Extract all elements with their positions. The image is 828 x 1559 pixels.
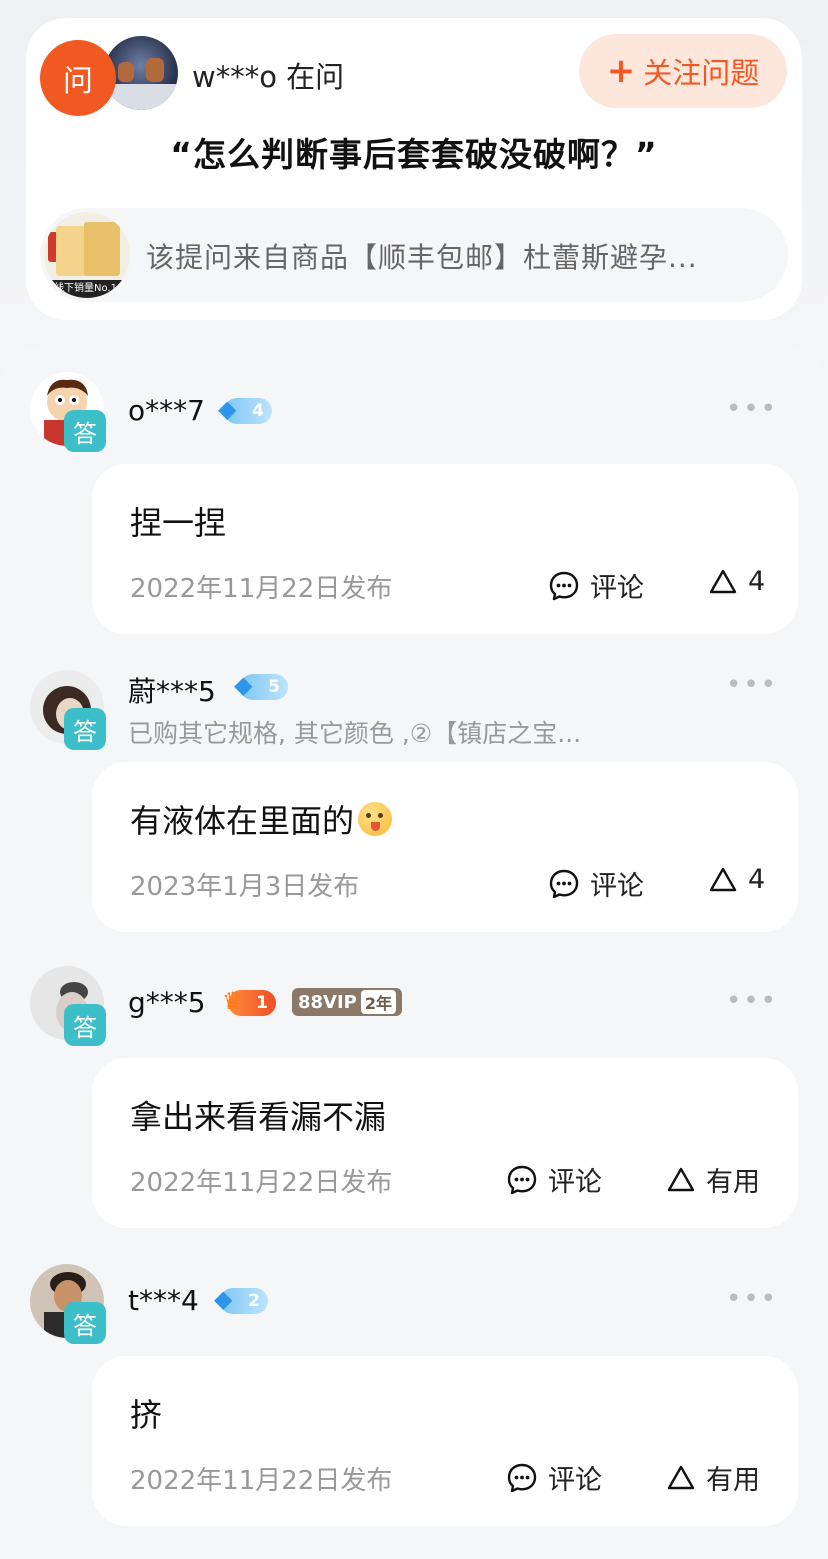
purchase-spec: 已购其它规格, 其它颜色 ,②【镇店之宝... — [128, 719, 582, 748]
answer-avatar-wrap[interactable]: 答 — [30, 1264, 108, 1344]
answer-badge: 答 — [64, 1004, 106, 1046]
tongue-emoji-icon — [358, 802, 393, 836]
more-options-icon[interactable]: ••• — [726, 394, 778, 424]
answer-avatar-wrap[interactable]: 答 — [30, 372, 108, 452]
product-thumb-caption: 线下销量No.1 — [44, 280, 130, 298]
like-button[interactable]: 有用 — [666, 1458, 760, 1497]
comment-button[interactable]: 评论 — [548, 864, 644, 903]
user-name[interactable]: t***4 — [128, 1284, 199, 1317]
answer-date: 2023年1月3日发布 — [130, 872, 360, 902]
follow-question-button[interactable]: + 关注问题 — [579, 34, 787, 108]
comment-label: 评论 — [548, 1465, 602, 1496]
triangle-thumb-icon — [667, 1465, 695, 1489]
more-options-icon[interactable]: ••• — [726, 986, 778, 1016]
vip-years: 2年 — [360, 990, 397, 1014]
level-badge: ◆ 4 — [218, 395, 272, 424]
answer-bubble: 捏一捏 2022年11月22日发布 评论 4 — [92, 464, 798, 634]
ask-badge: 问 — [40, 40, 116, 116]
comment-button[interactable]: 评论 — [506, 1458, 602, 1497]
answer-date: 2022年11月22日发布 — [130, 1168, 393, 1198]
comment-bubble-icon — [507, 1463, 537, 1492]
level-badge: ◆ 2 — [214, 1285, 268, 1314]
triangle-thumb-icon — [709, 867, 737, 891]
answer-content: 拿出来看看漏不漏 — [130, 1098, 387, 1136]
like-count: 4 — [748, 566, 766, 597]
more-options-icon[interactable]: ••• — [726, 670, 778, 700]
level-number: 1 — [256, 993, 268, 1013]
vip-label: 88VIP — [298, 991, 357, 1013]
product-link[interactable]: 线下销量No.1 该提问来自商品【顺丰包邮】杜蕾斯避孕... — [40, 208, 788, 302]
answer-date: 2022年11月22日发布 — [130, 574, 393, 604]
level-badge: ◆ 5 — [234, 671, 288, 700]
follow-question-label: 关注问题 — [643, 56, 760, 90]
user-name[interactable]: g***5 — [128, 986, 206, 1019]
like-button[interactable]: 4 — [708, 864, 765, 895]
answer-badge: 答 — [64, 708, 106, 750]
user-name[interactable]: 蔚***5 — [128, 670, 216, 710]
more-options-icon[interactable]: ••• — [726, 1284, 778, 1314]
product-source-text: 该提问来自商品【顺丰包邮】杜蕾斯避孕... — [146, 241, 698, 274]
comment-button[interactable]: 评论 — [506, 1160, 602, 1199]
answer-avatar-wrap[interactable]: 答 — [30, 670, 108, 750]
level-number: 2 — [248, 1291, 260, 1311]
triangle-thumb-icon — [709, 569, 737, 593]
like-label: 有用 — [706, 1167, 760, 1198]
comment-label: 评论 — [590, 573, 644, 604]
like-label: 有用 — [706, 1465, 760, 1496]
comment-button[interactable]: 评论 — [548, 566, 644, 605]
answer-content: 有液体在里面的 — [130, 796, 393, 842]
comment-bubble-icon — [507, 1165, 537, 1194]
diamond-icon: ◆ — [214, 1285, 233, 1313]
triangle-thumb-icon — [667, 1167, 695, 1191]
answer-bubble: 有液体在里面的 2023年1月3日发布 评论 4 — [92, 762, 798, 932]
like-button[interactable]: 4 — [708, 566, 765, 597]
product-thumbnail: 线下销量No.1 — [44, 212, 130, 298]
answer-avatar-wrap[interactable]: 答 — [30, 966, 108, 1046]
vip-badge: 88VIP 2年 — [292, 988, 403, 1016]
level-badge: ♛ 1 — [222, 987, 276, 1016]
qa-page: 问 w***o 在问 + 关注问题 “怎么判断事后套套破没破啊？” 线下销量No… — [0, 0, 828, 1559]
diamond-icon: ◆ — [234, 671, 253, 699]
answer-badge: 答 — [64, 1302, 106, 1344]
level-number: 4 — [252, 401, 264, 421]
answer-content: 捏一捏 — [130, 504, 227, 542]
comment-bubble-icon — [549, 571, 579, 600]
crown-icon: ♛ — [222, 987, 244, 1015]
plus-icon: + — [606, 51, 636, 91]
answer-content: 挤 — [130, 1396, 163, 1434]
answer-badge: 答 — [64, 410, 106, 452]
comment-bubble-icon — [549, 869, 579, 898]
user-name[interactable]: o***7 — [128, 394, 205, 427]
answers-list: 答 o***7 ◆ 4 ••• 捏一捏 2022年11月22日发布 评论 4 答… — [0, 346, 828, 1559]
question-card: 问 w***o 在问 + 关注问题 “怎么判断事后套套破没破啊？” 线下销量No… — [26, 18, 802, 320]
like-button[interactable]: 有用 — [666, 1160, 760, 1199]
answer-bubble: 挤 2022年11月22日发布 评论 有用 — [92, 1356, 798, 1526]
like-count: 4 — [748, 864, 766, 895]
diamond-icon: ◆ — [218, 395, 237, 423]
answer-date: 2022年11月22日发布 — [130, 1466, 393, 1496]
level-number: 5 — [268, 677, 280, 697]
comment-label: 评论 — [548, 1167, 602, 1198]
asker-name[interactable]: w***o 在问 — [192, 54, 344, 96]
comment-label: 评论 — [590, 871, 644, 902]
question-text: “怎么判断事后套套破没破啊？” — [170, 135, 658, 174]
answer-bubble: 拿出来看看漏不漏 2022年11月22日发布 评论 有用 — [92, 1058, 798, 1228]
